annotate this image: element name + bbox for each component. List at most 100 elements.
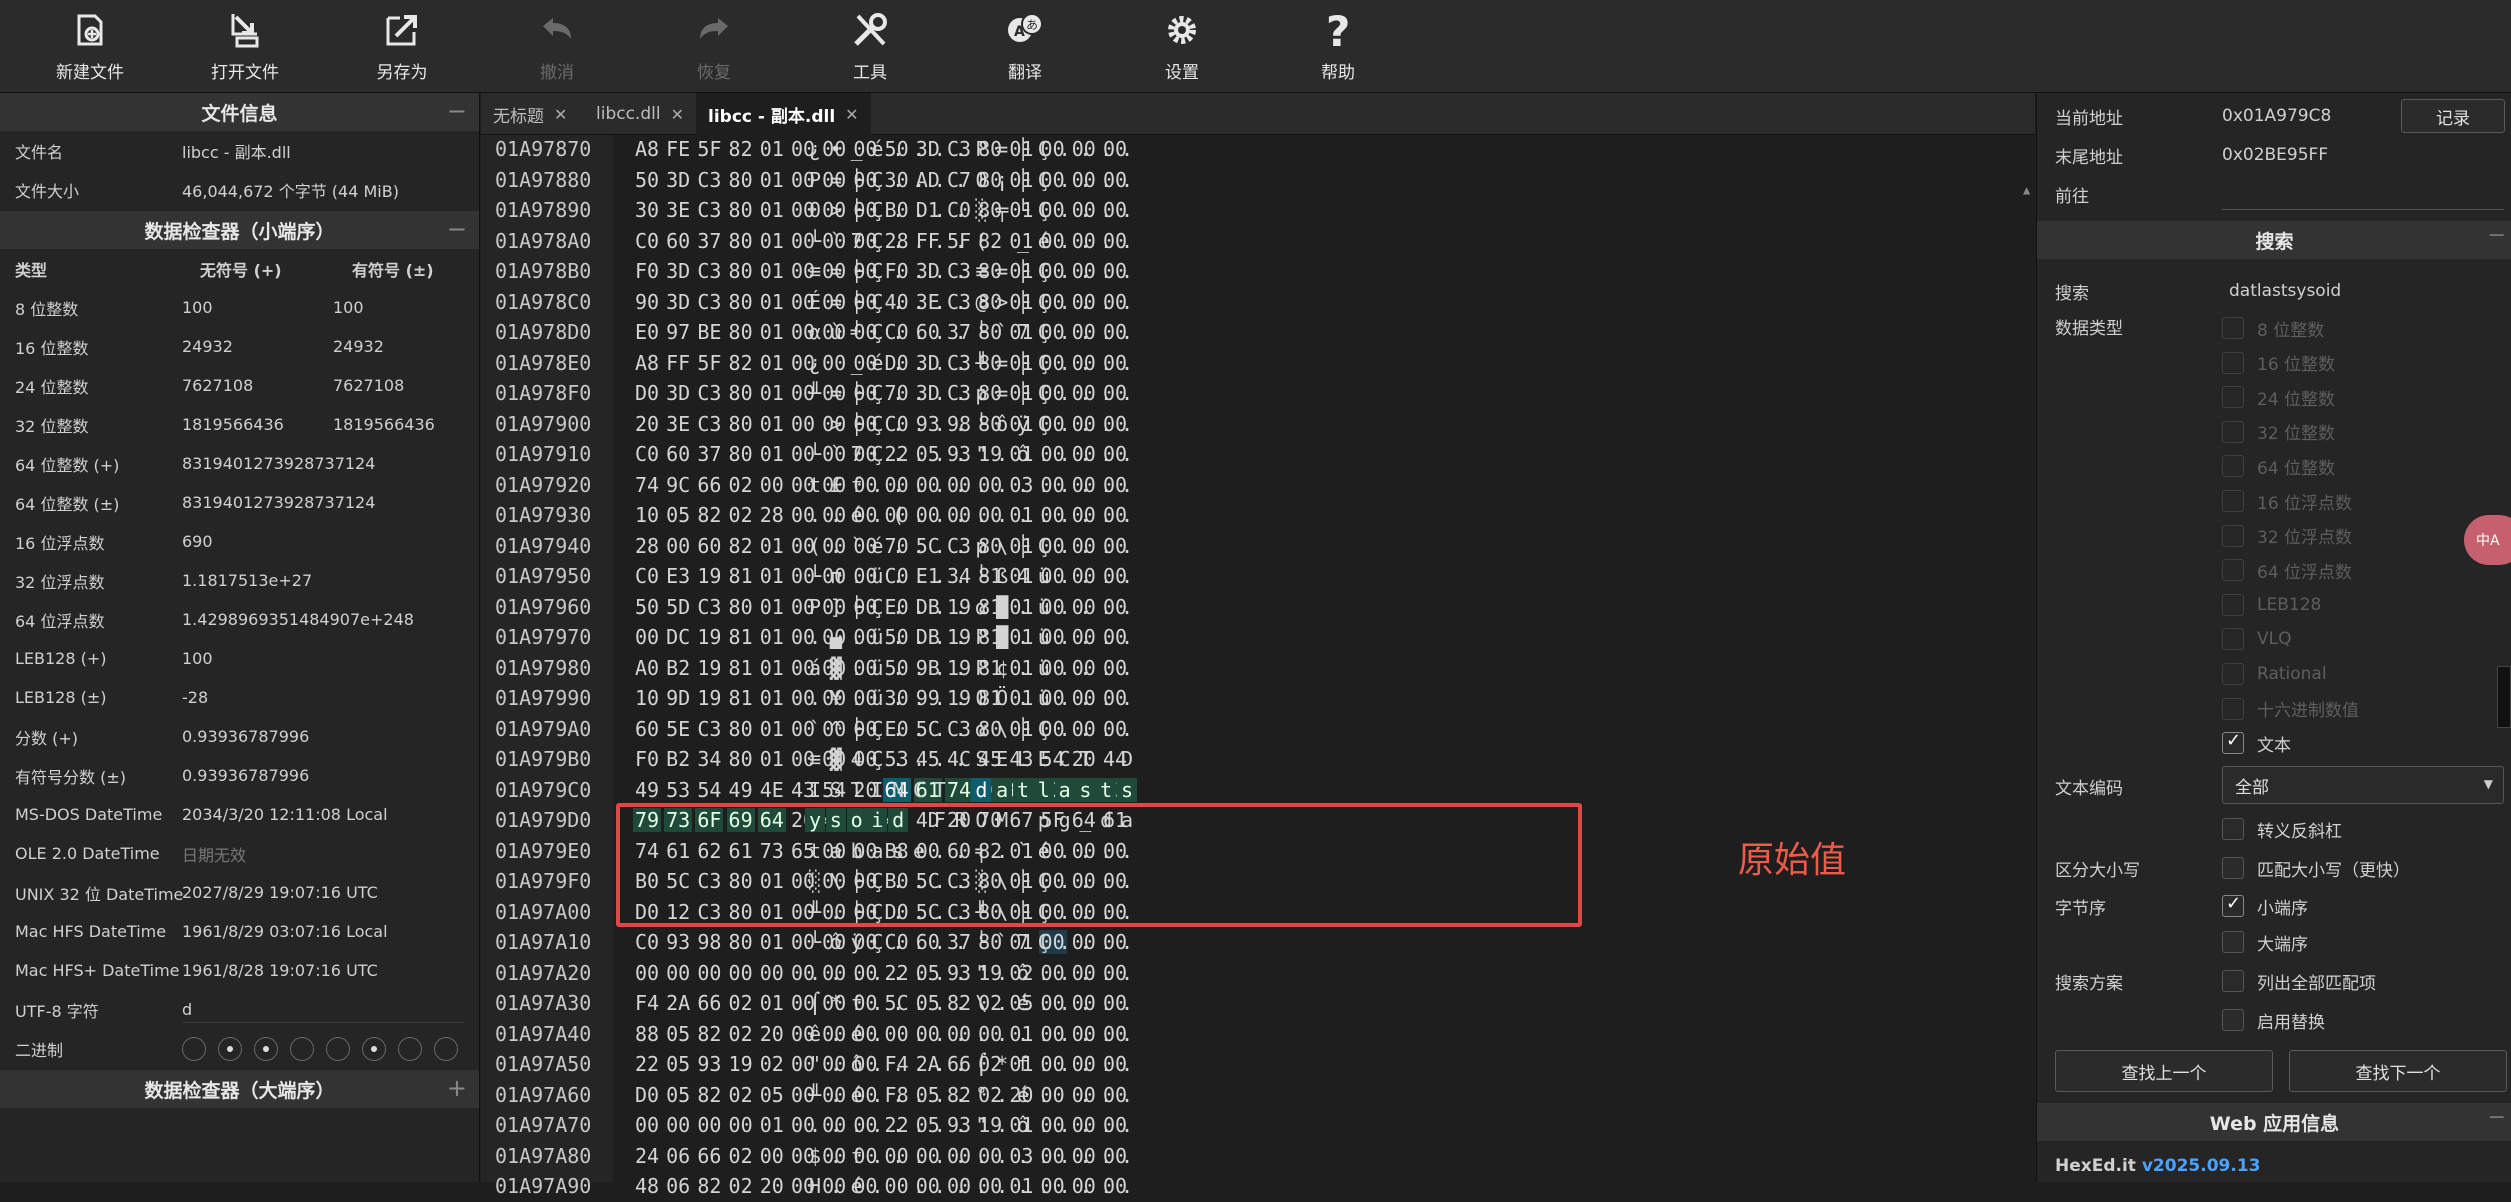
hex-byte[interactable]: 9D <box>664 686 692 710</box>
text-char[interactable]: ├ <box>1013 290 1033 314</box>
text-char[interactable]: . <box>930 412 950 436</box>
inspector-value[interactable]: 690 <box>182 532 213 551</box>
text-char[interactable]: T <box>847 778 867 802</box>
text-char[interactable]: 4 <box>847 747 867 771</box>
text-char[interactable]: . <box>1075 259 1095 283</box>
text-char[interactable]: . <box>1075 503 1095 527</box>
text-char[interactable]: . <box>909 442 929 466</box>
encoding-select[interactable]: 全部 ▼ <box>2222 766 2504 804</box>
hex-byte[interactable]: C0 <box>633 930 661 954</box>
text-char[interactable]: . <box>1117 442 1137 466</box>
file-info-header[interactable]: 文件信息 − <box>0 93 479 131</box>
text-char[interactable]: I <box>867 778 887 802</box>
text-char[interactable]: Ç <box>867 168 887 192</box>
text-char[interactable]: Ç <box>867 717 887 741</box>
text-char[interactable]: . <box>951 991 971 1015</box>
text-char[interactable]: . <box>888 595 908 619</box>
bit-toggle[interactable] <box>182 1036 206 1061</box>
text-char[interactable]: . <box>930 961 950 985</box>
text-char[interactable]: . <box>930 1174 950 1198</box>
text-char[interactable]: . <box>992 991 1012 1015</box>
match-case-checkbox[interactable] <box>2222 857 2244 879</box>
text-char[interactable]: . <box>1096 137 1116 161</box>
text-char[interactable]: ╨ <box>805 1083 825 1107</box>
text-char[interactable]: . <box>1075 686 1095 710</box>
text-char[interactable]: . <box>826 961 846 985</box>
text-char[interactable]: = <box>826 290 846 314</box>
hex-byte[interactable]: 00 <box>664 534 692 558</box>
text-char[interactable]: é <box>867 534 887 558</box>
text-char[interactable]: p <box>971 534 991 558</box>
hex-byte[interactable]: 66 <box>695 1144 723 1168</box>
hex-byte[interactable]: A0 <box>633 656 661 680</box>
text-char[interactable]: . <box>951 686 971 710</box>
text-char[interactable]: . <box>1075 473 1095 497</box>
record-button[interactable]: 记录 <box>2401 99 2505 133</box>
text-char[interactable]: . <box>1055 1144 1075 1168</box>
text-char[interactable]: . <box>951 1144 971 1168</box>
text-char[interactable]: . <box>909 381 929 405</box>
text-char[interactable]: . <box>1096 1174 1116 1198</box>
text-char[interactable]: ⌠ <box>805 991 825 1015</box>
hex-byte[interactable]: 60 <box>664 442 692 466</box>
hex-byte[interactable]: 66 <box>695 991 723 1015</box>
text-char[interactable]: . <box>1075 1113 1095 1137</box>
text-char[interactable]: Ç <box>867 229 887 253</box>
text-char[interactable]: d <box>971 777 992 802</box>
text-char[interactable]: . <box>1075 168 1095 192</box>
text-char[interactable]: ü <box>867 656 887 680</box>
text-char[interactable]: . <box>930 625 950 649</box>
text-char[interactable]: . <box>826 534 846 558</box>
text-char[interactable]: Ç <box>867 747 887 771</box>
text-char[interactable]: . <box>1117 381 1137 405</box>
hex-byte[interactable]: B2 <box>664 747 692 771</box>
text-char[interactable]: . <box>1055 686 1075 710</box>
text-char[interactable]: └ <box>805 930 825 954</box>
side-edge-tab[interactable] <box>2497 666 2511 728</box>
hex-byte[interactable]: 19 <box>695 686 723 710</box>
text-char[interactable]: . <box>1096 1022 1116 1046</box>
hex-byte[interactable]: 5F <box>695 137 723 161</box>
hex-byte[interactable]: 82 <box>695 1174 723 1198</box>
hex-byte[interactable]: 00 <box>695 1113 723 1137</box>
text-char[interactable]: . <box>847 686 867 710</box>
text-char[interactable]: é <box>847 1022 867 1046</box>
text-char[interactable]: ü <box>1034 686 1054 710</box>
text-char[interactable]: . <box>930 717 950 741</box>
text-char[interactable]: ( <box>888 503 908 527</box>
text-char[interactable]: . <box>909 930 929 954</box>
text-char[interactable]: . <box>1096 656 1116 680</box>
data-type-checkbox[interactable] <box>2222 455 2244 478</box>
expand-icon[interactable]: + <box>447 1074 467 1102</box>
text-char[interactable]: P <box>971 656 991 680</box>
scroll-up-icon[interactable]: ▲ <box>2023 183 2030 197</box>
hex-byte[interactable]: FE <box>664 137 692 161</box>
translate-button[interactable]: Aあ 翻译 <box>960 0 1090 93</box>
text-char[interactable]: . <box>1096 961 1116 985</box>
data-type-checkbox[interactable] <box>2222 420 2244 443</box>
text-char[interactable]: L <box>1013 747 1033 771</box>
text-char[interactable]: . <box>888 1144 908 1168</box>
hex-byte[interactable]: D0 <box>633 381 661 405</box>
text-char[interactable]: é <box>847 503 867 527</box>
text-char[interactable]: . <box>1055 625 1075 649</box>
text-char[interactable]: ├ <box>847 259 867 283</box>
text-char[interactable]: . <box>930 442 950 466</box>
text-char[interactable]: . <box>1117 686 1137 710</box>
text-char[interactable]: . <box>930 229 950 253</box>
text-char[interactable]: . <box>930 930 950 954</box>
inspector-value[interactable]: 8319401273928737124 <box>182 493 375 512</box>
hex-byte[interactable]: 93 <box>664 930 692 954</box>
text-char[interactable]: . <box>1117 717 1137 741</box>
text-char[interactable]: ^ <box>826 717 846 741</box>
text-char[interactable]: . <box>1055 290 1075 314</box>
hex-byte[interactable]: 01 <box>758 442 786 466</box>
text-char[interactable]: é <box>867 351 887 375</box>
text-char[interactable]: . <box>1013 1022 1033 1046</box>
hex-byte[interactable]: 00 <box>664 1113 692 1137</box>
text-char[interactable]: . <box>951 442 971 466</box>
hex-byte[interactable]: C3 <box>695 259 723 283</box>
text-char[interactable]: . <box>1117 991 1137 1015</box>
hex-byte[interactable]: 80 <box>727 412 755 436</box>
unsigned-value[interactable]: 100 <box>182 298 213 317</box>
